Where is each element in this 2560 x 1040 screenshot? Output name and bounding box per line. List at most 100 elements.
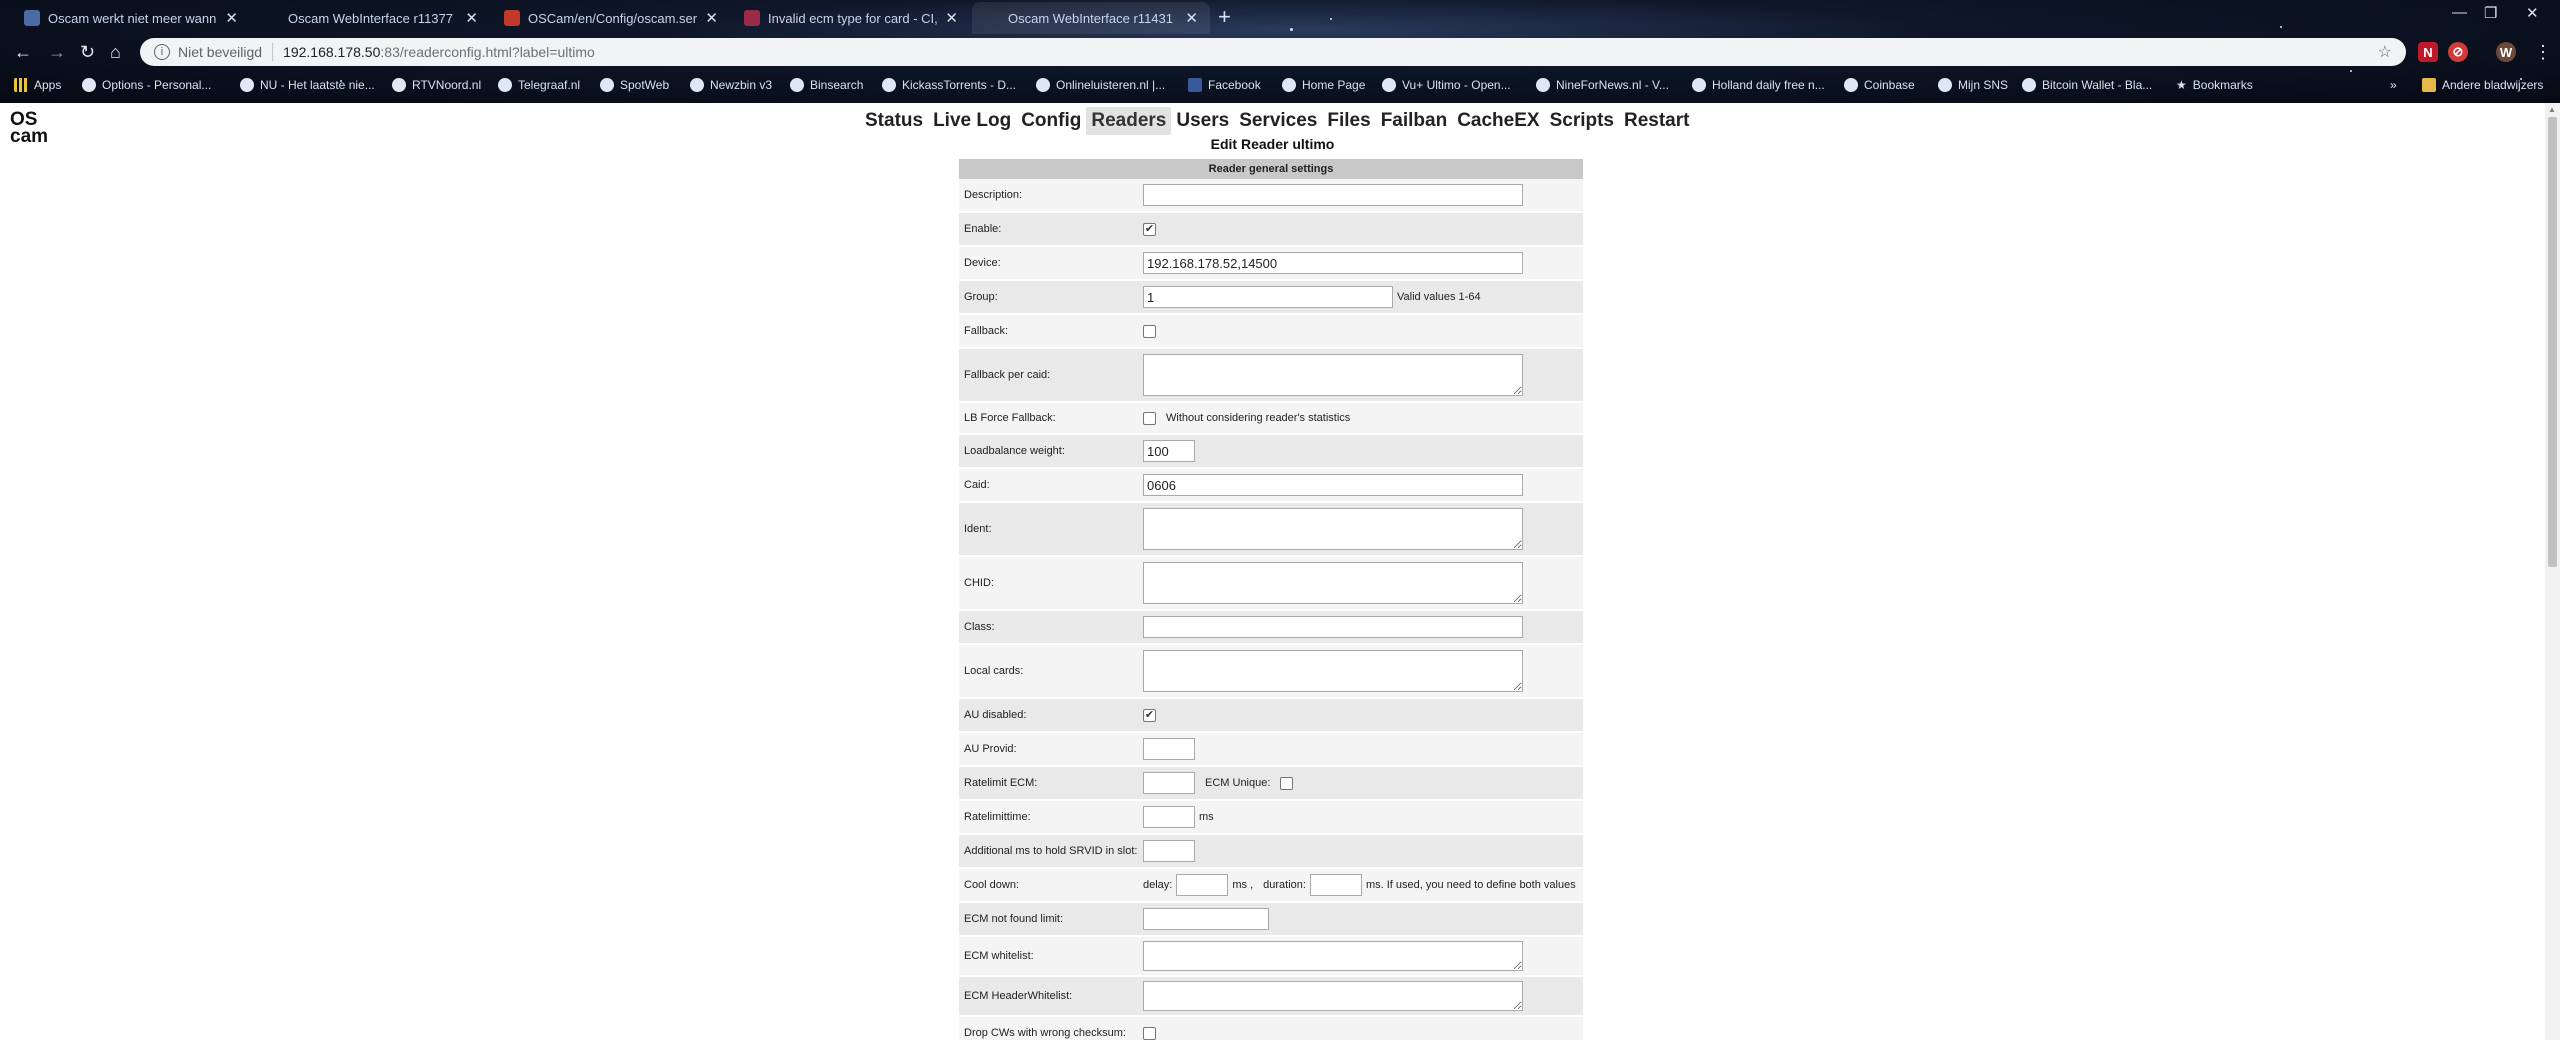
close-tab-icon[interactable]: ✕	[1185, 9, 1198, 27]
bookmark-item[interactable]: SpotWeb	[600, 78, 669, 92]
nav-config[interactable]: Config	[1016, 107, 1086, 135]
label-device: Device:	[964, 257, 1001, 269]
close-window-icon[interactable]: ✕	[2526, 4, 2539, 22]
group-input[interactable]	[1143, 286, 1393, 308]
nav-services[interactable]: Services	[1234, 107, 1322, 135]
label-fallback-per-caid: Fallback per caid:	[964, 369, 1051, 381]
bookmark-item[interactable]: ★ Bookmarks	[2176, 78, 2253, 92]
row-srvid-hold: Additional ms to hold SRVID in slot:	[959, 835, 1583, 869]
close-tab-icon[interactable]: ✕	[225, 9, 238, 27]
browser-tab[interactable]: OSCam/en/Config/oscam.server ✕	[492, 2, 730, 34]
bookmark-item[interactable]: Mijn SNS	[1938, 78, 2008, 92]
au-provid-input[interactable]	[1143, 738, 1195, 760]
enable-checkbox[interactable]: ✔	[1143, 222, 1156, 236]
loadbalance-weight-input[interactable]	[1143, 440, 1195, 462]
close-tab-icon[interactable]: ✕	[945, 9, 958, 27]
other-bookmarks-folder[interactable]: Andere bladwijzers	[2422, 78, 2543, 92]
globe-icon	[1036, 78, 1050, 92]
label-local-cards: Local cards:	[964, 665, 1024, 677]
au-disabled-checkbox[interactable]: ✔	[1143, 708, 1156, 722]
nav-cacheex[interactable]: CacheEX	[1452, 107, 1544, 135]
cool-down-duration-label: duration:	[1263, 879, 1306, 891]
profile-avatar[interactable]: W	[2496, 42, 2516, 62]
extension-block-icon[interactable]: ⊘	[2448, 42, 2468, 62]
ecm-header-whitelist-textarea[interactable]	[1143, 981, 1523, 1011]
device-input[interactable]	[1143, 252, 1523, 274]
nav-scripts[interactable]: Scripts	[1545, 107, 1619, 135]
bookmark-item[interactable]: Vu+ Ultimo - Open...	[1382, 78, 1511, 92]
minimize-icon[interactable]: —	[2452, 4, 2467, 21]
page-viewport: OS cam Status Live Log Config Readers Us…	[0, 103, 2545, 1040]
bookmark-item[interactable]: Facebook	[1188, 78, 1261, 92]
ecm-unique-checkbox[interactable]	[1280, 776, 1294, 790]
row-lb-force-fallback: LB Force Fallback: Without considering r…	[959, 403, 1583, 435]
caid-input[interactable]	[1143, 474, 1523, 496]
restore-icon[interactable]: ❐	[2484, 4, 2497, 22]
nav-restart[interactable]: Restart	[1619, 107, 1694, 135]
browser-tab[interactable]: Invalid ecm type for card - CI, CI ✕	[732, 2, 970, 34]
ecm-whitelist-textarea[interactable]	[1143, 941, 1523, 971]
ratelimittime-input[interactable]	[1143, 806, 1195, 828]
ident-textarea[interactable]	[1143, 508, 1523, 550]
nav-users[interactable]: Users	[1171, 107, 1234, 135]
nav-failban[interactable]: Failban	[1376, 107, 1453, 135]
cool-down-delay-input[interactable]	[1176, 874, 1229, 896]
nav-readers[interactable]: Readers	[1086, 107, 1172, 135]
close-tab-icon[interactable]: ✕	[465, 9, 478, 27]
bookmark-item[interactable]: RTVNoord.nl	[392, 78, 481, 92]
scrollbar-thumb[interactable]	[2548, 117, 2557, 567]
nav-status[interactable]: Status	[860, 107, 928, 135]
bookmark-apps[interactable]: Apps	[14, 78, 61, 92]
local-cards-textarea[interactable]	[1143, 650, 1523, 692]
browser-tab[interactable]: Oscam WebInterface r11377 (Li ✕	[252, 2, 490, 34]
row-group: Group: Valid values 1-64	[959, 281, 1583, 315]
extension-n-icon[interactable]: N	[2418, 42, 2438, 62]
info-icon[interactable]: i	[154, 44, 170, 60]
class-input[interactable]	[1143, 616, 1523, 638]
bookmark-item[interactable]: Binsearch	[790, 78, 863, 92]
bookmark-item[interactable]: Bitcoin Wallet - Bla...	[2022, 78, 2152, 92]
more-bookmarks-button[interactable]: »	[2390, 78, 2397, 92]
bookmark-item[interactable]: NU - Het laatste nie...	[240, 78, 375, 92]
new-tab-icon[interactable]: +	[1218, 4, 1231, 30]
address-bar[interactable]: i Niet beveiligd 192.168.178.50:83/reade…	[140, 38, 2406, 66]
ecm-not-found-limit-input[interactable]	[1143, 908, 1269, 930]
close-tab-icon[interactable]: ✕	[705, 9, 718, 27]
forward-icon[interactable]: →	[48, 42, 66, 63]
srvid-hold-input[interactable]	[1143, 840, 1195, 862]
lb-force-fallback-checkbox[interactable]	[1143, 411, 1156, 425]
vertical-scrollbar[interactable]: ▲	[2545, 103, 2560, 1040]
chid-textarea[interactable]	[1143, 562, 1523, 604]
bookmark-item[interactable]: Holland daily free n...	[1692, 78, 1825, 92]
label-class: Class:	[964, 621, 995, 633]
nav-files[interactable]: Files	[1322, 107, 1375, 135]
drop-cws-checkbox[interactable]	[1143, 1026, 1156, 1040]
bookmark-item[interactable]: Newzbin v3	[690, 78, 772, 92]
back-icon[interactable]: ←	[14, 42, 32, 63]
label-enable: Enable:	[964, 223, 1002, 235]
lb-force-fallback-hint: Without considering reader's statistics	[1166, 412, 1351, 424]
browser-tab[interactable]: Oscam werkt niet meer wanneer ✕	[12, 2, 250, 34]
fallback-per-caid-textarea[interactable]	[1143, 354, 1523, 396]
bookmark-item[interactable]: Home Page	[1282, 78, 1365, 92]
cool-down-duration-input[interactable]	[1309, 874, 1362, 896]
reload-icon[interactable]: ↻	[80, 42, 95, 63]
description-input[interactable]	[1143, 184, 1523, 206]
bookmark-item[interactable]: Telegraaf.nl	[498, 78, 580, 92]
bookmark-star-icon[interactable]: ☆	[2378, 42, 2392, 62]
bookmark-item[interactable]: Onlineluisteren.nl |...	[1036, 78, 1165, 92]
bookmark-item[interactable]: Coinbase	[1844, 78, 1915, 92]
bookmark-item[interactable]: Options - Personal...	[82, 78, 211, 92]
browser-tab-active[interactable]: Oscam WebInterface r11431 (Re ✕	[972, 2, 1210, 34]
scroll-up-icon[interactable]: ▲	[2548, 105, 2556, 114]
menu-kebab-icon[interactable]: ⋮	[2534, 42, 2552, 63]
home-icon[interactable]: ⌂	[110, 42, 121, 63]
ratelimit-ecm-input[interactable]	[1143, 772, 1195, 794]
label-fallback: Fallback:	[964, 325, 1009, 337]
nav-live-log[interactable]: Live Log	[928, 107, 1016, 135]
fallback-checkbox[interactable]	[1143, 324, 1156, 338]
label-au-disabled: AU disabled:	[964, 709, 1027, 721]
page-title: Edit Reader ultimo	[1210, 136, 1335, 152]
bookmark-item[interactable]: KickassTorrents - D...	[882, 78, 1016, 92]
bookmark-item[interactable]: NineForNews.nl - V...	[1536, 78, 1669, 92]
